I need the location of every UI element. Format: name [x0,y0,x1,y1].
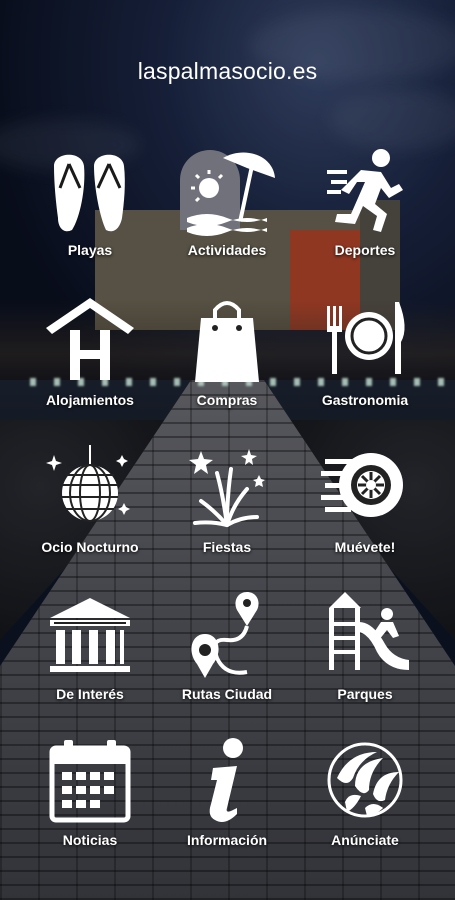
menu-label: Rutas Ciudad [181,686,273,702]
menu-label: Ocio Nocturno [41,539,139,555]
palm-leaf-icon [327,742,403,818]
beach-sun-umbrella-icon [187,152,275,236]
flip-flops-icon [54,154,125,232]
playground-slide-icon [329,592,409,670]
menu-label: Noticias [62,832,118,848]
menu-label: Anúnciate [331,832,399,848]
menu-item-noticias[interactable]: Noticias [20,738,160,858]
menu-item-alojamientos[interactable]: Alojamientos [20,298,160,418]
route-icon [191,592,259,678]
menu-item-actividades[interactable]: Actividades [157,148,297,268]
wheel-icon [321,453,403,517]
calendar-icon [49,740,131,823]
fireworks-icon [189,449,265,527]
menu-item-compras[interactable]: Compras [157,298,297,418]
menu-label: Fiestas [202,539,252,555]
disco-ball-icon [46,445,130,522]
info-icon [209,738,243,822]
menu-label: De Interés [56,686,124,702]
shopping-bag-icon [195,301,259,382]
menu-item-playas[interactable]: Playas [20,148,160,268]
menu-label: Alojamientos [46,392,134,408]
menu-item-gastronomia[interactable]: Gastronomia [295,298,435,418]
menu-item-muevete[interactable]: Muévete! [295,445,435,565]
running-man-icon [327,149,403,232]
menu-item-anunciate[interactable]: Anúnciate [295,738,435,858]
hotel-icon [46,298,134,380]
menu-label: Parques [337,686,393,702]
menu-item-informacion[interactable]: Información [157,738,297,858]
menu-label: Compras [196,392,258,408]
menu-label: Gastronomia [321,392,409,408]
menu-label: Muévete! [334,539,396,555]
menu-label: Deportes [334,242,396,258]
fork-plate-knife-icon [327,302,405,374]
menu-item-de-interes[interactable]: De Interés [20,592,160,712]
menu-label: Actividades [187,242,267,258]
menu-item-fiestas[interactable]: Fiestas [157,445,297,565]
menu-label: Información [186,832,268,848]
museum-icon [50,598,130,672]
menu-item-deportes[interactable]: Deportes [295,148,435,268]
menu-item-parques[interactable]: Parques [295,592,435,712]
menu-item-ocio-nocturno[interactable]: Ocio Nocturno [20,445,160,565]
site-title: laspalmasocio.es [137,58,318,84]
menu-item-rutas-ciudad[interactable]: Rutas Ciudad [157,592,297,712]
menu-label: Playas [67,242,113,258]
